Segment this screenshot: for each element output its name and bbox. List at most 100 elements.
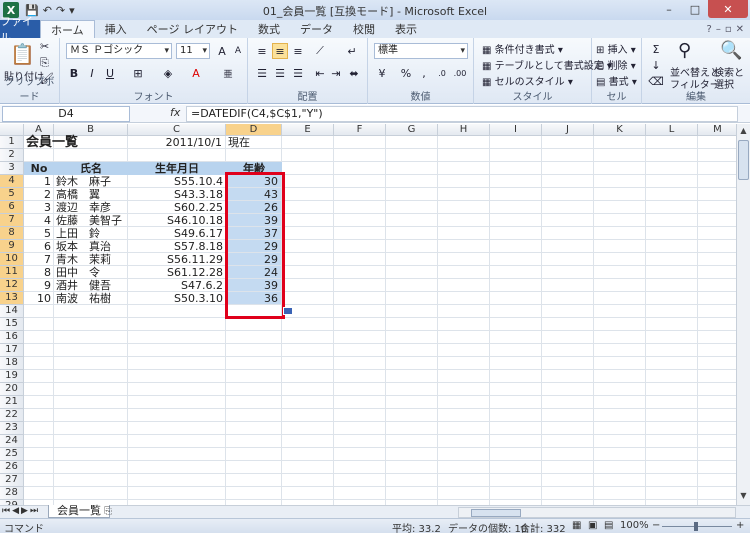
find-select-icon[interactable]: 🔍: [720, 40, 742, 61]
wrap-text-icon[interactable]: ↵: [344, 43, 360, 59]
font-color-icon[interactable]: A: [188, 65, 204, 81]
horizontal-scrollbar[interactable]: [458, 507, 736, 518]
percent-icon[interactable]: %: [398, 65, 414, 81]
row-header-10[interactable]: 10: [0, 253, 24, 266]
autosum-icon[interactable]: Σ: [648, 41, 664, 57]
redo-icon[interactable]: ↷: [56, 4, 65, 17]
italic-icon[interactable]: I: [84, 65, 100, 81]
row-header-25[interactable]: 25: [0, 448, 24, 461]
sheet-nav-icons[interactable]: ⏮◀▶⏭: [2, 506, 40, 516]
grow-font-icon[interactable]: A: [214, 43, 230, 59]
tab-formulas[interactable]: 数式: [248, 20, 290, 38]
close-button[interactable]: ✕: [708, 0, 748, 18]
insert-sheet-icon[interactable]: ⎘: [104, 506, 112, 517]
column-header-f[interactable]: F: [334, 124, 386, 136]
column-header-i[interactable]: I: [490, 124, 542, 136]
row-header-19[interactable]: 19: [0, 370, 24, 383]
page-break-view-icon[interactable]: ▤: [604, 520, 613, 531]
autofill-options-icon[interactable]: [283, 307, 293, 315]
select-all-corner[interactable]: [0, 124, 24, 136]
format-cells-button[interactable]: ▤ 書式 ▾: [596, 73, 637, 88]
row-header-23[interactable]: 23: [0, 422, 24, 435]
column-header-k[interactable]: K: [594, 124, 646, 136]
column-header-c[interactable]: C: [128, 124, 226, 136]
row-header-21[interactable]: 21: [0, 396, 24, 409]
align-bottom-icon[interactable]: ≡: [290, 43, 306, 59]
page-layout-view-icon[interactable]: ▣: [588, 520, 597, 531]
row-header-3[interactable]: 3: [0, 162, 24, 175]
fill-color-icon[interactable]: ◈: [160, 65, 176, 81]
cell-styles-button[interactable]: ▦ セルのスタイル ▾: [482, 73, 573, 88]
horizontal-scroll-thumb[interactable]: [471, 509, 521, 517]
row-header-16[interactable]: 16: [0, 331, 24, 344]
tab-file[interactable]: ファイル: [0, 15, 40, 44]
tab-home[interactable]: ホーム: [40, 20, 95, 38]
vertical-scrollbar[interactable]: ▲ ▼: [736, 124, 750, 505]
borders-icon[interactable]: ⊞: [130, 65, 146, 81]
decrease-decimal-icon[interactable]: .00: [452, 65, 468, 81]
zoom-out-icon[interactable]: −: [652, 520, 660, 531]
insert-function-icon[interactable]: fx: [170, 106, 180, 119]
cut-icon[interactable]: ✂: [40, 40, 49, 53]
copy-icon[interactable]: ⎘: [40, 56, 49, 70]
align-center-icon[interactable]: ☰: [272, 65, 288, 81]
tab-review[interactable]: 校閲: [343, 20, 385, 38]
tab-view[interactable]: 表示: [385, 20, 427, 38]
row-header-6[interactable]: 6: [0, 201, 24, 214]
row-header-18[interactable]: 18: [0, 357, 24, 370]
sort-filter-icon[interactable]: ⚲: [678, 40, 691, 61]
row-header-17[interactable]: 17: [0, 344, 24, 357]
column-header-e[interactable]: E: [282, 124, 334, 136]
underline-icon[interactable]: U: [102, 65, 118, 81]
formula-input[interactable]: =DATEDIF(C4,$C$1,"Y"): [186, 106, 738, 122]
decrease-indent-icon[interactable]: ⇤: [312, 65, 328, 81]
clear-icon[interactable]: ⌫: [648, 73, 664, 89]
tab-data[interactable]: データ: [290, 20, 343, 38]
align-left-icon[interactable]: ☰: [254, 65, 270, 81]
bold-icon[interactable]: B: [66, 65, 82, 81]
row-header-1[interactable]: 1: [0, 136, 24, 149]
row-header-12[interactable]: 12: [0, 279, 24, 292]
row-header-27[interactable]: 27: [0, 474, 24, 487]
row-header-5[interactable]: 5: [0, 188, 24, 201]
increase-indent-icon[interactable]: ⇥: [328, 65, 344, 81]
help-icon[interactable]: ?: [707, 24, 712, 35]
insert-cells-button[interactable]: ⊞ 挿入 ▾: [596, 41, 636, 56]
align-right-icon[interactable]: ☰: [290, 65, 306, 81]
customize-qat-icon[interactable]: ▾: [69, 4, 75, 17]
name-box[interactable]: D4: [2, 106, 130, 122]
minimize-button[interactable]: –: [656, 0, 682, 18]
merge-center-icon[interactable]: ⬌: [346, 65, 362, 81]
row-header-28[interactable]: 28: [0, 487, 24, 500]
ribbon-close-icon[interactable]: ✕: [736, 24, 744, 35]
delete-cells-button[interactable]: ⊟ 削除 ▾: [596, 57, 636, 72]
comma-icon[interactable]: ,: [416, 65, 432, 81]
conditional-format-button[interactable]: ▦ 条件付き書式 ▾: [482, 41, 563, 56]
scroll-down-icon[interactable]: ▼: [737, 491, 750, 503]
maximize-button[interactable]: □: [682, 0, 708, 18]
tab-page-layout[interactable]: ページ レイアウト: [137, 20, 248, 38]
zoom-in-icon[interactable]: +: [736, 520, 744, 531]
currency-icon[interactable]: ¥: [374, 65, 390, 81]
font-name-select[interactable]: ＭＳ Ｐゴシック: [66, 43, 172, 59]
row-header-13[interactable]: 13: [0, 292, 24, 305]
row-header-22[interactable]: 22: [0, 409, 24, 422]
column-header-g[interactable]: G: [386, 124, 438, 136]
row-header-15[interactable]: 15: [0, 318, 24, 331]
column-header-d[interactable]: D: [226, 124, 282, 136]
column-header-j[interactable]: J: [542, 124, 594, 136]
column-header-h[interactable]: H: [438, 124, 490, 136]
row-header-24[interactable]: 24: [0, 435, 24, 448]
row-header-26[interactable]: 26: [0, 461, 24, 474]
orientation-icon[interactable]: ⟋: [312, 43, 328, 59]
zoom-slider-knob[interactable]: [694, 522, 698, 531]
normal-view-icon[interactable]: ▦: [572, 520, 581, 531]
tab-insert[interactable]: 挿入: [95, 20, 137, 38]
row-header-8[interactable]: 8: [0, 227, 24, 240]
align-top-icon[interactable]: ≡: [254, 43, 270, 59]
row-header-11[interactable]: 11: [0, 266, 24, 279]
ribbon-restore-icon[interactable]: ▫: [725, 24, 732, 35]
row-header-7[interactable]: 7: [0, 214, 24, 227]
vertical-scroll-thumb[interactable]: [738, 140, 749, 180]
undo-icon[interactable]: ↶: [43, 4, 52, 17]
